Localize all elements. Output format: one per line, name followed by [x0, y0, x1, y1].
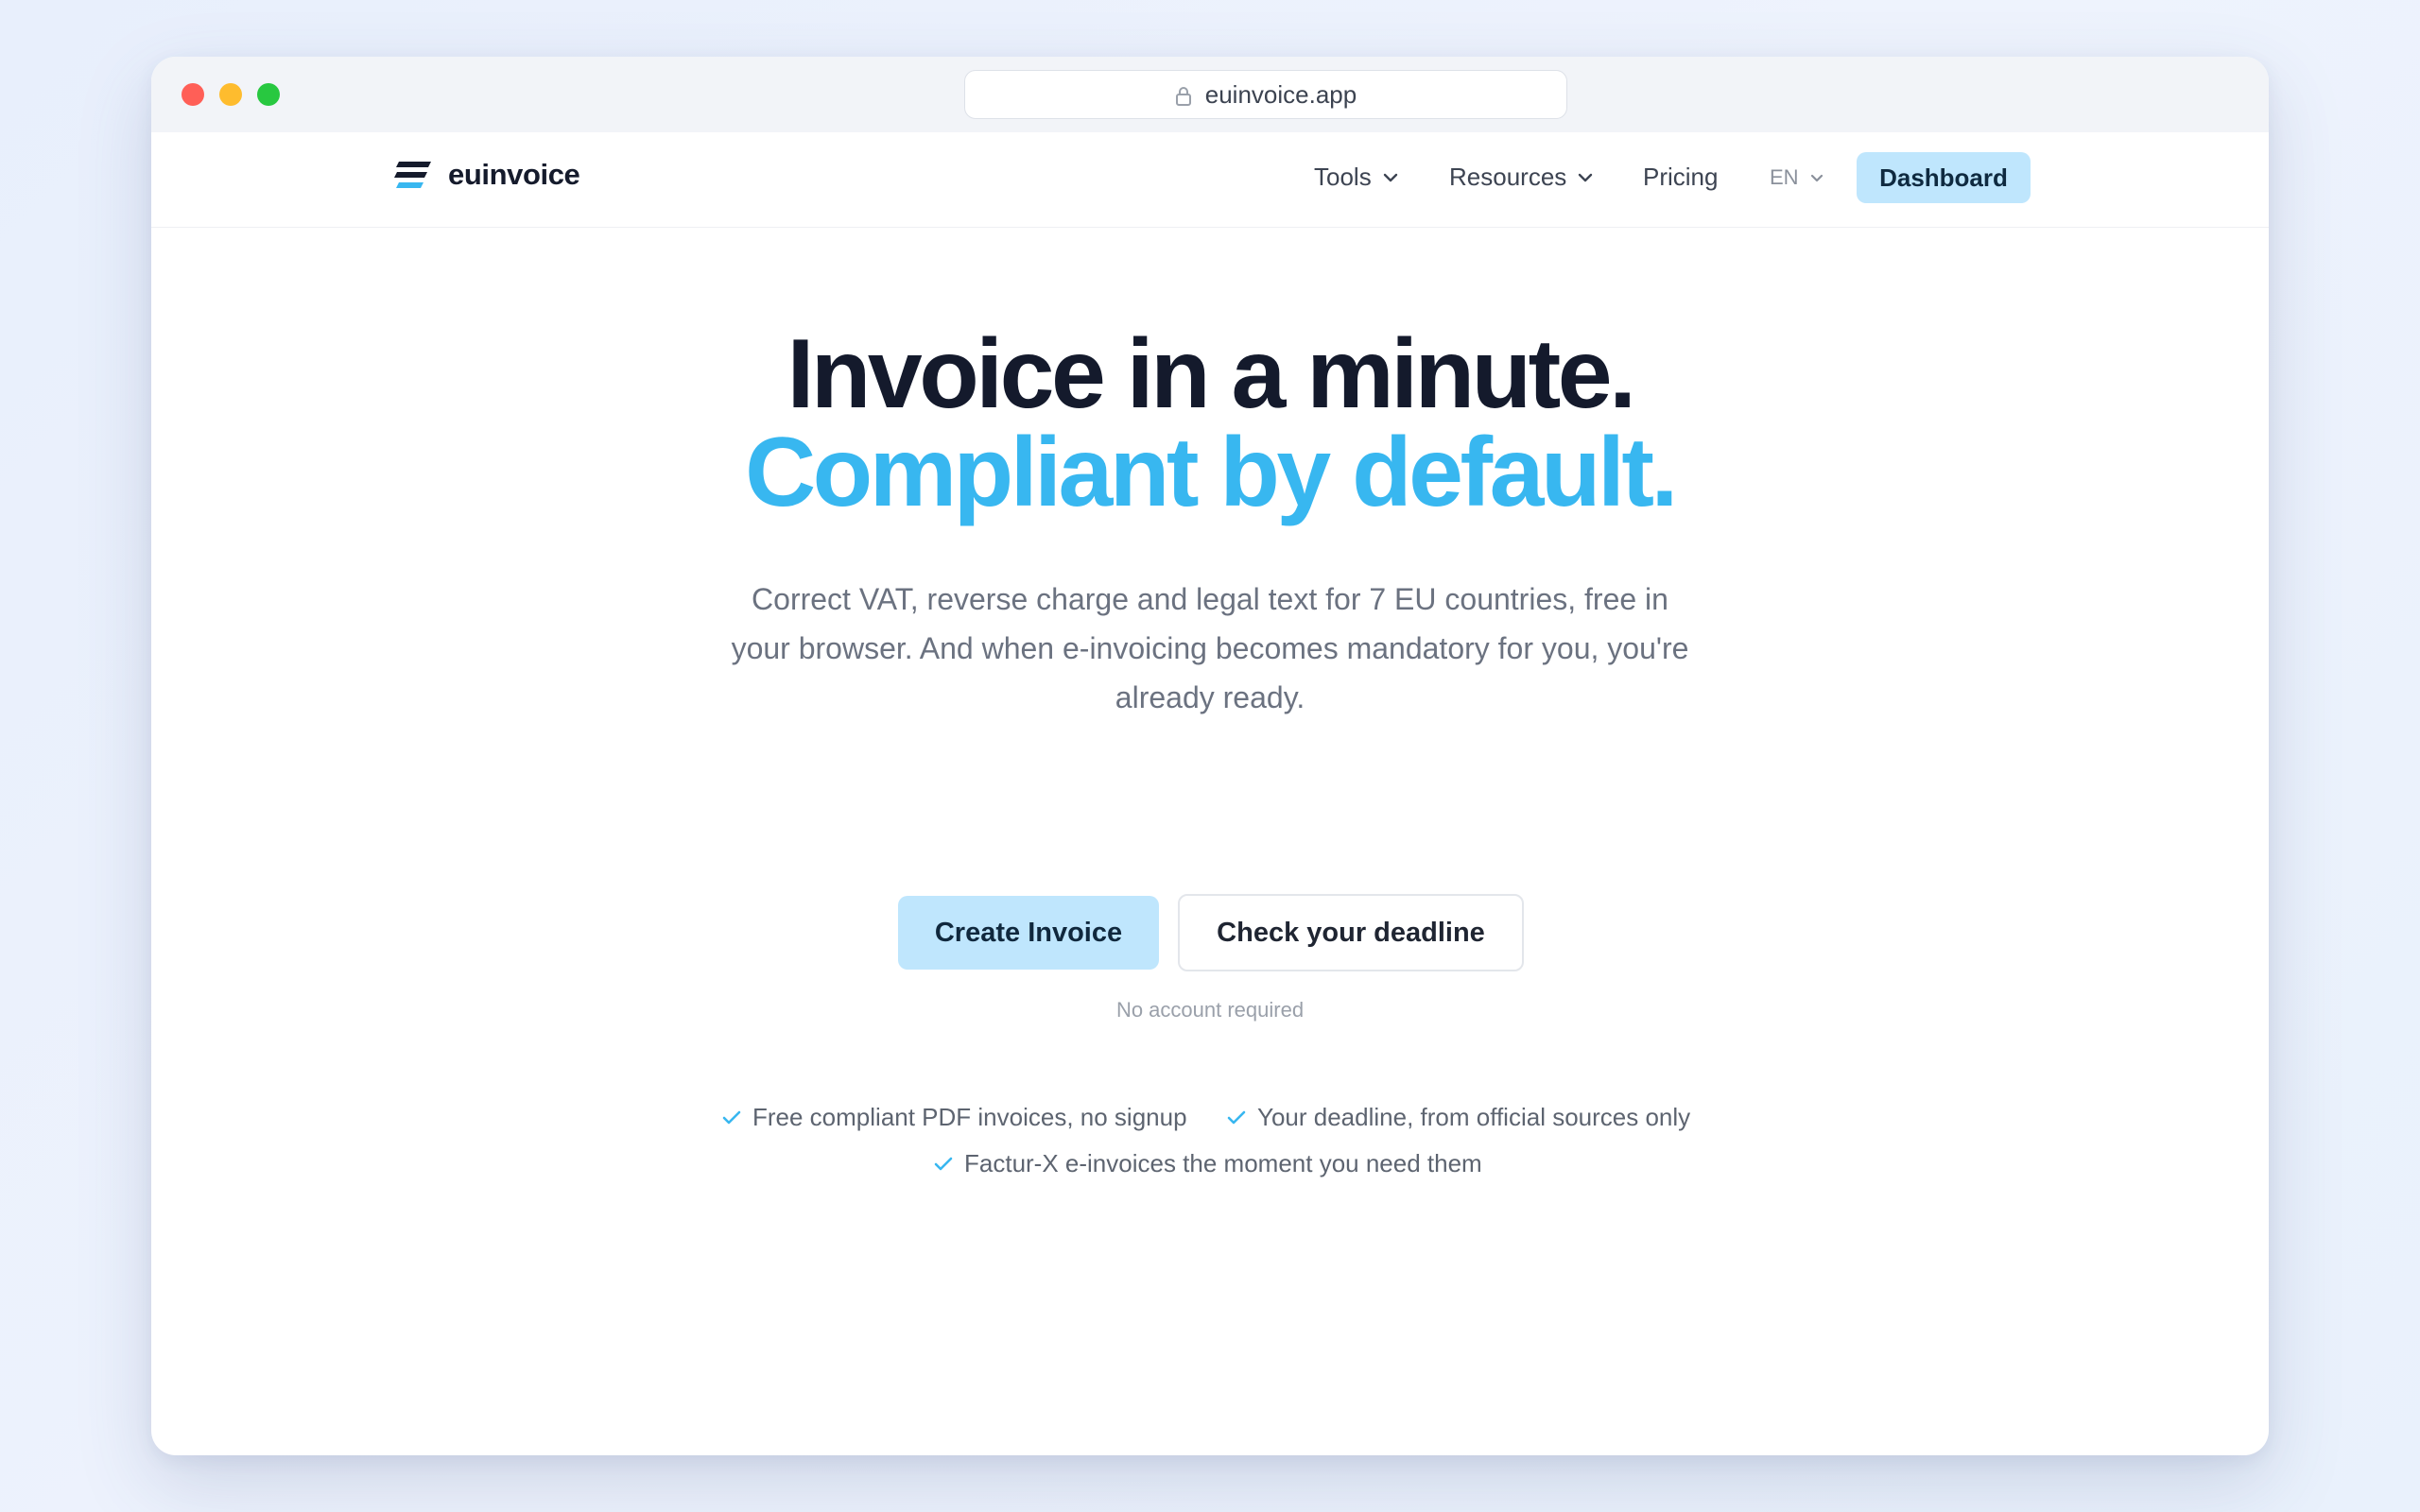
- nav-tools-menu[interactable]: Tools: [1314, 163, 1398, 192]
- feature-item: Factur-X e-invoices the moment you need …: [934, 1149, 1482, 1178]
- dashboard-button[interactable]: Dashboard: [1857, 152, 2031, 203]
- check-icon: [1227, 1110, 1246, 1125]
- nav-resources-menu[interactable]: Resources: [1449, 163, 1593, 192]
- maximize-window-button[interactable]: [257, 83, 280, 106]
- no-account-note: No account required: [1115, 998, 1305, 1022]
- check-icon: [934, 1157, 953, 1172]
- feature-item: Your deadline, from official sources onl…: [1227, 1103, 1690, 1132]
- url-text: euinvoice.app: [1204, 79, 1357, 109]
- check-deadline-button[interactable]: Check your deadline: [1178, 894, 1524, 971]
- chevron-down-icon: [1810, 174, 1824, 182]
- site-logo[interactable]: euinvoice: [393, 158, 580, 192]
- nav-resources-label: Resources: [1449, 163, 1567, 191]
- feature-text: Factur-X e-invoices the moment you need …: [964, 1149, 1482, 1177]
- browser-titlebar: euinvoice.app: [151, 57, 2269, 133]
- check-icon: [722, 1110, 741, 1125]
- language-selector[interactable]: EN: [1770, 165, 1824, 190]
- chevron-down-icon: [1383, 173, 1398, 182]
- create-invoice-button[interactable]: Create Invoice: [898, 896, 1159, 970]
- lock-icon: [1175, 84, 1192, 106]
- close-window-button[interactable]: [182, 83, 204, 106]
- nav-tools-label: Tools: [1314, 163, 1372, 191]
- feature-item: Free compliant PDF invoices, no signup: [722, 1103, 1187, 1132]
- nav-pricing-label: Pricing: [1643, 163, 1719, 191]
- logo-mark-icon: [393, 160, 433, 190]
- address-bar[interactable]: euinvoice.app: [964, 70, 1567, 119]
- hero-subtext: Correct VAT, reverse charge and legal te…: [731, 582, 1689, 714]
- feature-text: Free compliant PDF invoices, no signup: [752, 1103, 1187, 1131]
- feature-text: Your deadline, from official sources onl…: [1257, 1103, 1691, 1131]
- browser-window: euinvoice.app euinvoice Tools Resources: [151, 57, 2269, 1455]
- logo-text: euinvoice: [448, 158, 580, 191]
- nav-pricing-link[interactable]: Pricing: [1643, 163, 1718, 192]
- chevron-down-icon: [1578, 173, 1593, 182]
- minimize-window-button[interactable]: [219, 83, 242, 106]
- hero-headline-primary: Invoice in a minute.: [786, 319, 1636, 429]
- site-navbar: euinvoice Tools Resources Pricing EN Das…: [151, 132, 2269, 228]
- hero-headline-accent: Compliant by default.: [745, 418, 1678, 527]
- language-label: EN: [1770, 165, 1799, 189]
